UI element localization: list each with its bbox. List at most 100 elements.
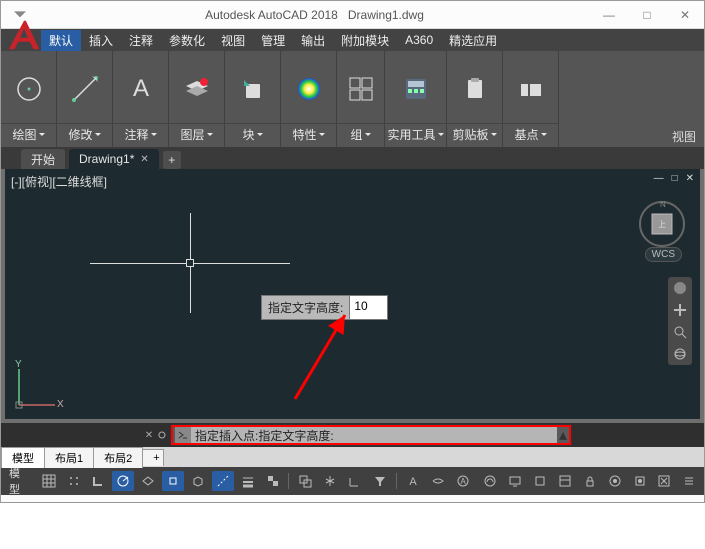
tab-start[interactable]: 开始 — [21, 149, 65, 169]
titlebar: Autodesk AutoCAD 2018 Drawing1.dwg — □ ✕ — [1, 1, 704, 29]
tab-close-icon[interactable]: ✕ — [140, 154, 148, 165]
status-selection-filter-icon[interactable] — [369, 471, 391, 491]
panel-properties-label[interactable]: 特性 — [292, 126, 316, 143]
window-minimize-button[interactable]: — — [590, 5, 628, 25]
cmd-close-icon[interactable]: ✕ — [145, 430, 153, 441]
status-autoscale-icon[interactable]: A — [452, 471, 474, 491]
viewport-label[interactable]: [-][俯视][二维线框] — [11, 173, 107, 190]
dynamic-input-prompt: 指定文字高度: — [261, 295, 350, 320]
modify-icon[interactable] — [70, 55, 100, 123]
status-isodraft-icon[interactable] — [137, 471, 159, 491]
file-tabs: 开始 Drawing1*✕ + — [1, 147, 704, 169]
menu-annotate[interactable]: 注释 — [121, 30, 161, 51]
layout-tabs: 模型 布局1 布局2 + — [1, 447, 704, 467]
properties-icon[interactable] — [294, 55, 324, 123]
status-grid-icon[interactable] — [38, 471, 60, 491]
utilities-icon[interactable] — [403, 55, 429, 123]
cmd-settings-icon[interactable] — [157, 430, 167, 440]
panel-modify-label[interactable]: 修改 — [68, 126, 92, 143]
status-annotation-visibility-icon[interactable] — [427, 471, 449, 491]
command-line[interactable]: 指定插入点:指定文字高度: ▴ — [171, 425, 571, 445]
dynamic-input-field[interactable]: 10 — [350, 295, 388, 320]
status-3dosnap-icon[interactable] — [187, 471, 209, 491]
status-annotation-scale-icon[interactable]: A — [402, 471, 424, 491]
viewport-minimize-icon[interactable]: — — [654, 173, 664, 184]
doc-name: Drawing1.dwg — [348, 8, 424, 22]
panel-block-label[interactable]: 块 — [242, 126, 254, 143]
menu-view[interactable]: 视图 — [213, 30, 253, 51]
status-lock-icon[interactable] — [579, 471, 601, 491]
nav-zoom-icon[interactable] — [673, 325, 687, 339]
tab-add-layout[interactable]: + — [142, 449, 164, 466]
menu-addons[interactable]: 附加模块 — [333, 30, 397, 51]
status-polar-icon[interactable] — [112, 471, 134, 491]
menu-featured[interactable]: 精选应用 — [441, 30, 505, 51]
ucs-icon[interactable]: Y X — [11, 357, 67, 413]
block-icon[interactable] — [238, 55, 268, 123]
status-snap-icon[interactable] — [63, 471, 85, 491]
status-selection-icon[interactable] — [294, 471, 316, 491]
status-quickprops-icon[interactable] — [554, 471, 576, 491]
command-line-area: ✕ 指定插入点:指定文字高度: ▴ — [1, 423, 704, 447]
draw-icon[interactable] — [14, 55, 44, 123]
dynamic-input: 指定文字高度: 10 — [261, 295, 388, 320]
menu-a360[interactable]: A360 — [397, 31, 441, 49]
panel-properties: 特性 — [281, 51, 337, 147]
status-units-icon[interactable] — [529, 471, 551, 491]
tab-layout1[interactable]: 布局1 — [44, 447, 94, 468]
layers-icon[interactable] — [182, 55, 212, 123]
nav-wheel-icon[interactable] — [673, 281, 687, 295]
nav-pan-icon[interactable] — [673, 303, 687, 317]
clipboard-icon[interactable] — [462, 55, 488, 123]
panel-base-label[interactable]: 基点 — [514, 126, 538, 143]
status-model-label[interactable]: 模型 — [5, 465, 35, 497]
panel-utilities: 实用工具 — [385, 51, 447, 147]
autocad-logo-icon[interactable] — [5, 17, 43, 55]
panel-utilities-label[interactable]: 实用工具 — [387, 126, 435, 143]
status-dynamic-ucs-icon[interactable] — [344, 471, 366, 491]
menu-insert[interactable]: 插入 — [81, 30, 121, 51]
status-customize-icon[interactable] — [678, 471, 700, 491]
annotate-icon[interactable]: A — [126, 55, 156, 123]
status-osnap-icon[interactable] — [162, 471, 184, 491]
tab-drawing1[interactable]: Drawing1*✕ — [69, 149, 159, 169]
status-monitor-icon[interactable] — [504, 471, 526, 491]
nav-orbit-icon[interactable] — [673, 347, 687, 361]
panel-annotate-label[interactable]: 注释 — [124, 126, 148, 143]
tab-layout2[interactable]: 布局2 — [93, 447, 143, 468]
menu-parametric[interactable]: 参数化 — [161, 30, 213, 51]
drawing-canvas[interactable]: [-][俯视][二维线框] — □ ✕ 指定文字高度: 10 Y X 上 N W… — [1, 169, 704, 423]
status-isolate-icon[interactable] — [604, 471, 626, 491]
menubar: 默认 插入 注释 参数化 视图 管理 输出 附加模块 A360 精选应用 — [1, 29, 704, 51]
status-otrack-icon[interactable] — [212, 471, 234, 491]
view-panel-label[interactable]: 视图 — [672, 128, 700, 145]
navigation-bar — [668, 277, 692, 365]
status-workspace-icon[interactable] — [479, 471, 501, 491]
status-gizmo-icon[interactable] — [319, 471, 341, 491]
viewport-close-icon[interactable]: ✕ — [686, 173, 694, 184]
status-lineweight-icon[interactable] — [237, 471, 259, 491]
panel-block: 块 — [225, 51, 281, 147]
menu-manage[interactable]: 管理 — [253, 30, 293, 51]
window-maximize-button[interactable]: □ — [628, 5, 666, 25]
panel-group-label[interactable]: 组 — [350, 126, 362, 143]
window-close-button[interactable]: ✕ — [666, 5, 704, 25]
panel-layers-label[interactable]: 图层 — [180, 126, 204, 143]
wcs-label[interactable]: WCS — [645, 247, 682, 262]
status-ortho-icon[interactable] — [88, 471, 110, 491]
group-icon[interactable] — [348, 55, 374, 123]
status-clean-icon[interactable] — [653, 471, 675, 491]
status-transparency-icon[interactable] — [262, 471, 284, 491]
viewport-maximize-icon[interactable]: □ — [672, 173, 678, 184]
panel-draw-label[interactable]: 绘图 — [12, 126, 36, 143]
status-hardware-icon[interactable] — [629, 471, 651, 491]
panel-layers: 图层 — [169, 51, 225, 147]
panel-clipboard-label[interactable]: 剪贴板 — [452, 126, 488, 143]
menu-default[interactable]: 默认 — [41, 30, 81, 51]
view-cube[interactable]: 上 N — [634, 199, 690, 249]
svg-text:A: A — [409, 476, 417, 488]
ribbon: 绘图 修改 A 注释 图层 块 — [1, 51, 704, 147]
base-icon[interactable] — [518, 55, 544, 123]
tab-add-button[interactable]: + — [163, 151, 181, 169]
menu-output[interactable]: 输出 — [293, 30, 333, 51]
